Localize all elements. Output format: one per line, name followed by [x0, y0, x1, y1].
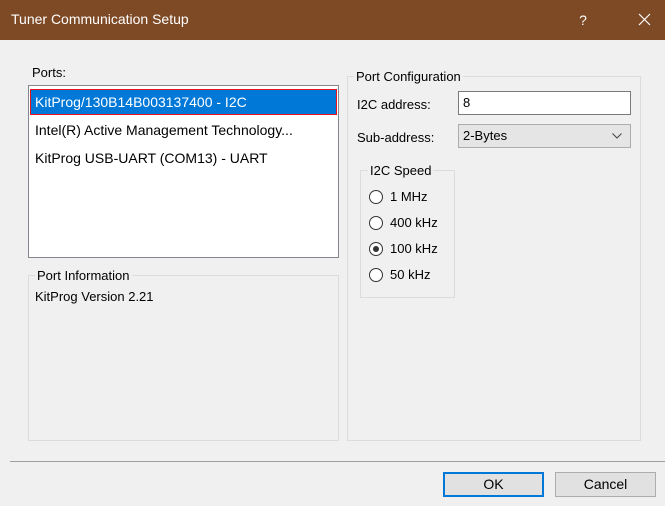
radio-circle: [369, 242, 383, 256]
radio-label: 100 kHz: [390, 241, 438, 256]
chevron-down-icon: [612, 133, 622, 139]
radio-label: 400 kHz: [390, 215, 438, 230]
footer-separator: [10, 461, 665, 462]
radio-circle: [369, 216, 383, 230]
i2c-speed-title: I2C Speed: [368, 163, 434, 178]
cancel-button[interactable]: Cancel: [555, 472, 656, 497]
port-item-label: KitProg/130B14B003137400 - I2C: [35, 94, 247, 110]
close-icon: [638, 13, 651, 26]
port-item-kitprog-uart[interactable]: KitProg USB-UART (COM13) - UART: [30, 145, 337, 171]
radio-circle: [369, 268, 383, 282]
port-information-title: Port Information: [35, 268, 132, 283]
close-button[interactable]: [624, 0, 665, 40]
radio-label: 50 kHz: [390, 267, 431, 282]
ports-label: Ports:: [32, 65, 66, 80]
ok-button[interactable]: OK: [443, 472, 544, 497]
radio-circle: [369, 190, 383, 204]
sub-address-value: 2-Bytes: [463, 128, 508, 143]
window-title: Tuner Communication Setup: [11, 11, 189, 27]
ports-list[interactable]: KitProg/130B14B003137400 - I2C Intel(R) …: [28, 85, 339, 258]
port-item-label: KitProg USB-UART (COM13) - UART: [35, 150, 268, 166]
port-information-text: KitProg Version 2.21: [35, 289, 154, 304]
sub-address-label: Sub-address:: [357, 130, 435, 145]
help-button[interactable]: ?: [566, 0, 600, 40]
sub-address-select[interactable]: 2-Bytes: [458, 124, 631, 148]
port-information-group: Port Information KitProg Version 2.21: [28, 268, 339, 441]
port-item-intel-amt[interactable]: Intel(R) Active Management Technology...: [30, 117, 337, 143]
title-bar: Tuner Communication Setup ?: [0, 0, 665, 40]
i2c-address-input[interactable]: 8: [458, 91, 631, 115]
radio-checked-dot: [373, 246, 379, 252]
port-item-kitprog-i2c[interactable]: KitProg/130B14B003137400 - I2C: [30, 89, 337, 115]
radio-label: 1 MHz: [390, 189, 428, 204]
port-item-label: Intel(R) Active Management Technology...: [35, 122, 293, 138]
i2c-address-label: I2C address:: [357, 97, 431, 112]
port-configuration-title: Port Configuration: [354, 69, 463, 84]
